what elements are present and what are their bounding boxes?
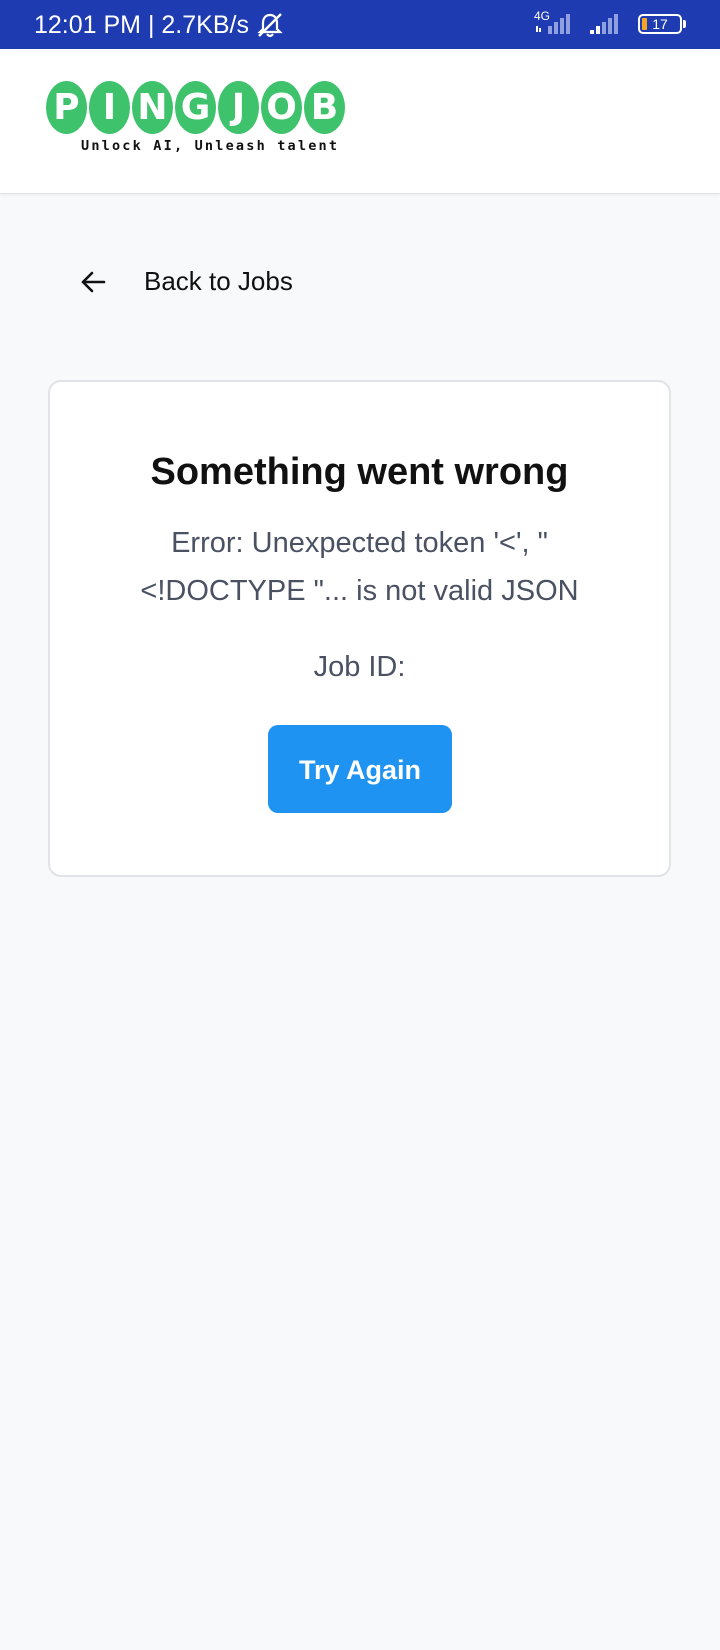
back-to-jobs-link[interactable]: Back to Jobs xyxy=(78,266,293,297)
arrow-left-icon xyxy=(78,267,108,297)
status-left: 12:01 PM | 2.7KB/s xyxy=(34,11,285,39)
back-link-label: Back to Jobs xyxy=(144,266,293,296)
bell-muted-icon xyxy=(255,11,285,39)
error-message: Error: Unexpected token '<', " <!DOCTYPE… xyxy=(140,527,579,607)
logo-tagline: Unlock AI, Unleash talent xyxy=(81,138,340,154)
logo-letter: I xyxy=(89,81,130,134)
pingjob-logo[interactable]: P I N G J O B Unlock AI, Unleash talent xyxy=(46,81,358,166)
signal-4g-icon: 4G xyxy=(534,9,576,36)
signal-icon xyxy=(586,12,628,36)
error-title: Something went wrong xyxy=(150,451,569,493)
job-id-label: Job ID: xyxy=(313,651,406,683)
logo-wordmark: P I N G J O B xyxy=(46,81,358,134)
logo-letter: B xyxy=(304,81,345,134)
logo-letter: J xyxy=(218,81,259,134)
try-again-button[interactable]: Try Again xyxy=(268,725,452,813)
logo-letter: N xyxy=(132,81,173,134)
status-time-speed: 12:01 PM | 2.7KB/s xyxy=(34,11,249,39)
error-card: Something went wrong Error: Unexpected t… xyxy=(48,380,671,877)
logo-letter: G xyxy=(175,81,216,134)
status-right: 4G 17 xyxy=(534,9,686,36)
status-bar: 12:01 PM | 2.7KB/s 4G 17 xyxy=(0,0,720,49)
app-header: P I N G J O B Unlock AI, Unleash talent xyxy=(0,49,720,194)
battery-level: 17 xyxy=(652,16,668,32)
logo-letter: O xyxy=(261,81,302,134)
battery-icon: 17 xyxy=(638,14,686,34)
logo-letter: P xyxy=(46,81,87,134)
